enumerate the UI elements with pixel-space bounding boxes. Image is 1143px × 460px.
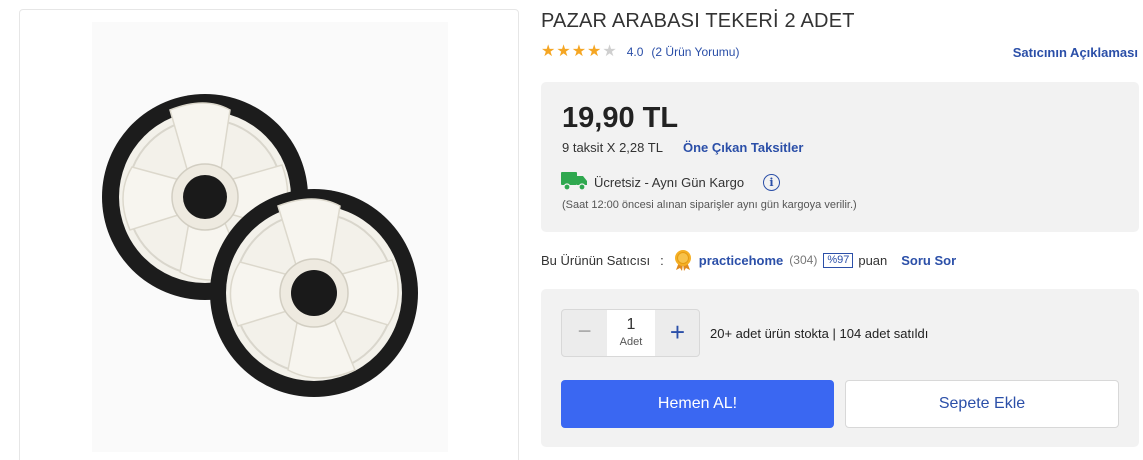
quantity-stepper: − 1 Adet +: [561, 309, 700, 357]
star-filled-icon: ★: [556, 43, 571, 60]
shipping-text: Ücretsiz - Aynı Gün Kargo: [594, 175, 745, 190]
star-filled-icon: ★: [587, 43, 602, 60]
star-empty-icon: ★: [602, 43, 617, 60]
seller-review-count: (304): [789, 253, 818, 267]
buy-now-button[interactable]: Hemen AL!: [561, 380, 834, 428]
star-filled-icon: ★: [571, 43, 587, 60]
price-box: 19,90 TL 9 taksit X 2,28 TL Öne Çıkan Ta…: [541, 82, 1139, 232]
star-filled-icon: ★: [541, 43, 556, 60]
star-rating[interactable]: ★ ★ ★ ★ ★: [541, 44, 617, 60]
quantity-unit: Adet: [619, 336, 643, 348]
quantity-increase-button[interactable]: +: [655, 310, 700, 356]
seller-score-unit: puan: [858, 252, 888, 268]
ask-question-link[interactable]: Soru Sor: [901, 253, 956, 268]
add-to-cart-button[interactable]: Sepete Ekle: [845, 380, 1119, 428]
rating-row: ★ ★ ★ ★ ★ 4.0 (2 Ürün Yorumu): [541, 43, 739, 61]
product-image-panel[interactable]: [19, 9, 519, 460]
seller-description-link[interactable]: Satıcının Açıklaması: [1013, 45, 1138, 60]
medal-icon: [674, 250, 691, 271]
seller-score-badge: %97: [823, 252, 854, 268]
installment-link[interactable]: Öne Çıkan Taksitler: [683, 140, 803, 155]
seller-label: Bu Ürünün Satıcısı: [541, 252, 651, 268]
truck-icon: [561, 172, 587, 191]
quantity-field[interactable]: 1 Adet: [607, 310, 655, 356]
installment-text: 9 taksit X 2,28 TL: [562, 140, 663, 155]
rating-value[interactable]: 4.0: [627, 45, 644, 59]
wheel-front: [210, 189, 418, 397]
seller-colon: :: [660, 252, 664, 268]
shipping-note: (Saat 12:00 öncesi alınan siparişler ayn…: [562, 199, 857, 211]
quantity-value[interactable]: 1: [607, 316, 655, 334]
seller-name-link[interactable]: practicehome: [699, 253, 784, 268]
buy-box: − 1 Adet + 20+ adet ürün stokta | 104 ad…: [541, 289, 1139, 447]
product-image[interactable]: [20, 10, 519, 460]
quantity-decrease-button[interactable]: −: [562, 310, 607, 356]
price: 19,90 TL: [562, 102, 679, 134]
info-icon[interactable]: i: [763, 174, 780, 191]
review-count-link[interactable]: (2 Ürün Yorumu): [651, 45, 739, 59]
seller-row: Bu Ürünün Satıcısı : practicehome (304) …: [541, 249, 956, 271]
product-title: PAZAR ARABASI TEKERİ 2 ADET: [541, 10, 855, 32]
stock-info: 20+ adet ürün stokta | 104 adet satıldı: [710, 326, 929, 341]
